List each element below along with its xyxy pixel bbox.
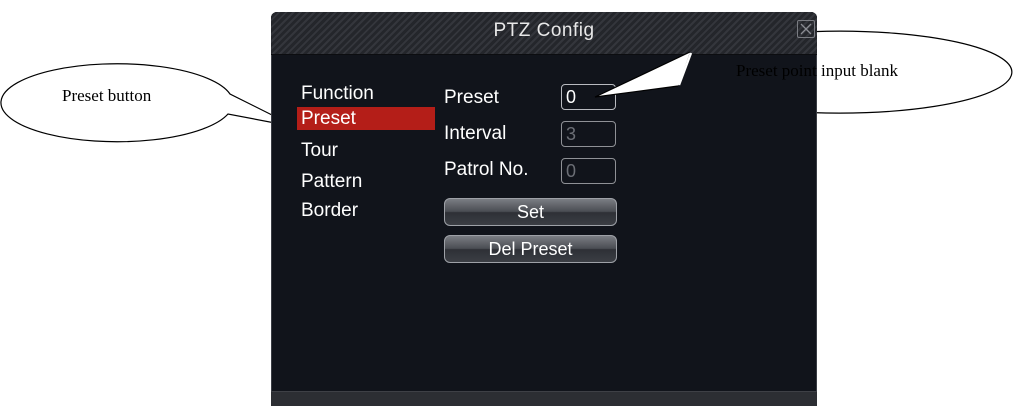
interval-label: Interval (444, 123, 507, 144)
footer-bar (271, 391, 817, 406)
del-preset-button[interactable]: Del Preset (444, 235, 617, 263)
close-icon (800, 23, 812, 35)
preset-button-callout-text: Preset button (62, 86, 152, 105)
menu-item-label: Function (301, 83, 374, 104)
menu-item-tour[interactable]: Tour (297, 139, 435, 162)
preset-label: Preset (444, 87, 499, 108)
dialog-title: PTZ Config (493, 20, 595, 41)
patrol-no-input (561, 158, 616, 184)
title-bar: PTZ Config (271, 12, 817, 55)
menu-item-border[interactable]: Border (297, 199, 435, 222)
set-button[interactable]: Set (444, 198, 617, 226)
menu-item-label: Tour (301, 140, 338, 161)
preset-input-callout-text: Preset point input blank (736, 61, 898, 80)
close-button[interactable] (797, 20, 815, 38)
menu-item-label: Preset (301, 108, 356, 129)
menu-item-label: Pattern (301, 171, 363, 192)
menu-item-preset[interactable]: Preset (297, 107, 435, 130)
patrol-no-label: Patrol No. (444, 159, 529, 180)
interval-input (561, 121, 616, 147)
menu-item-function[interactable]: Function (297, 82, 435, 105)
menu-item-pattern[interactable]: Pattern (297, 170, 435, 193)
menu-item-label: Border (301, 200, 359, 221)
preset-input[interactable] (561, 84, 616, 110)
